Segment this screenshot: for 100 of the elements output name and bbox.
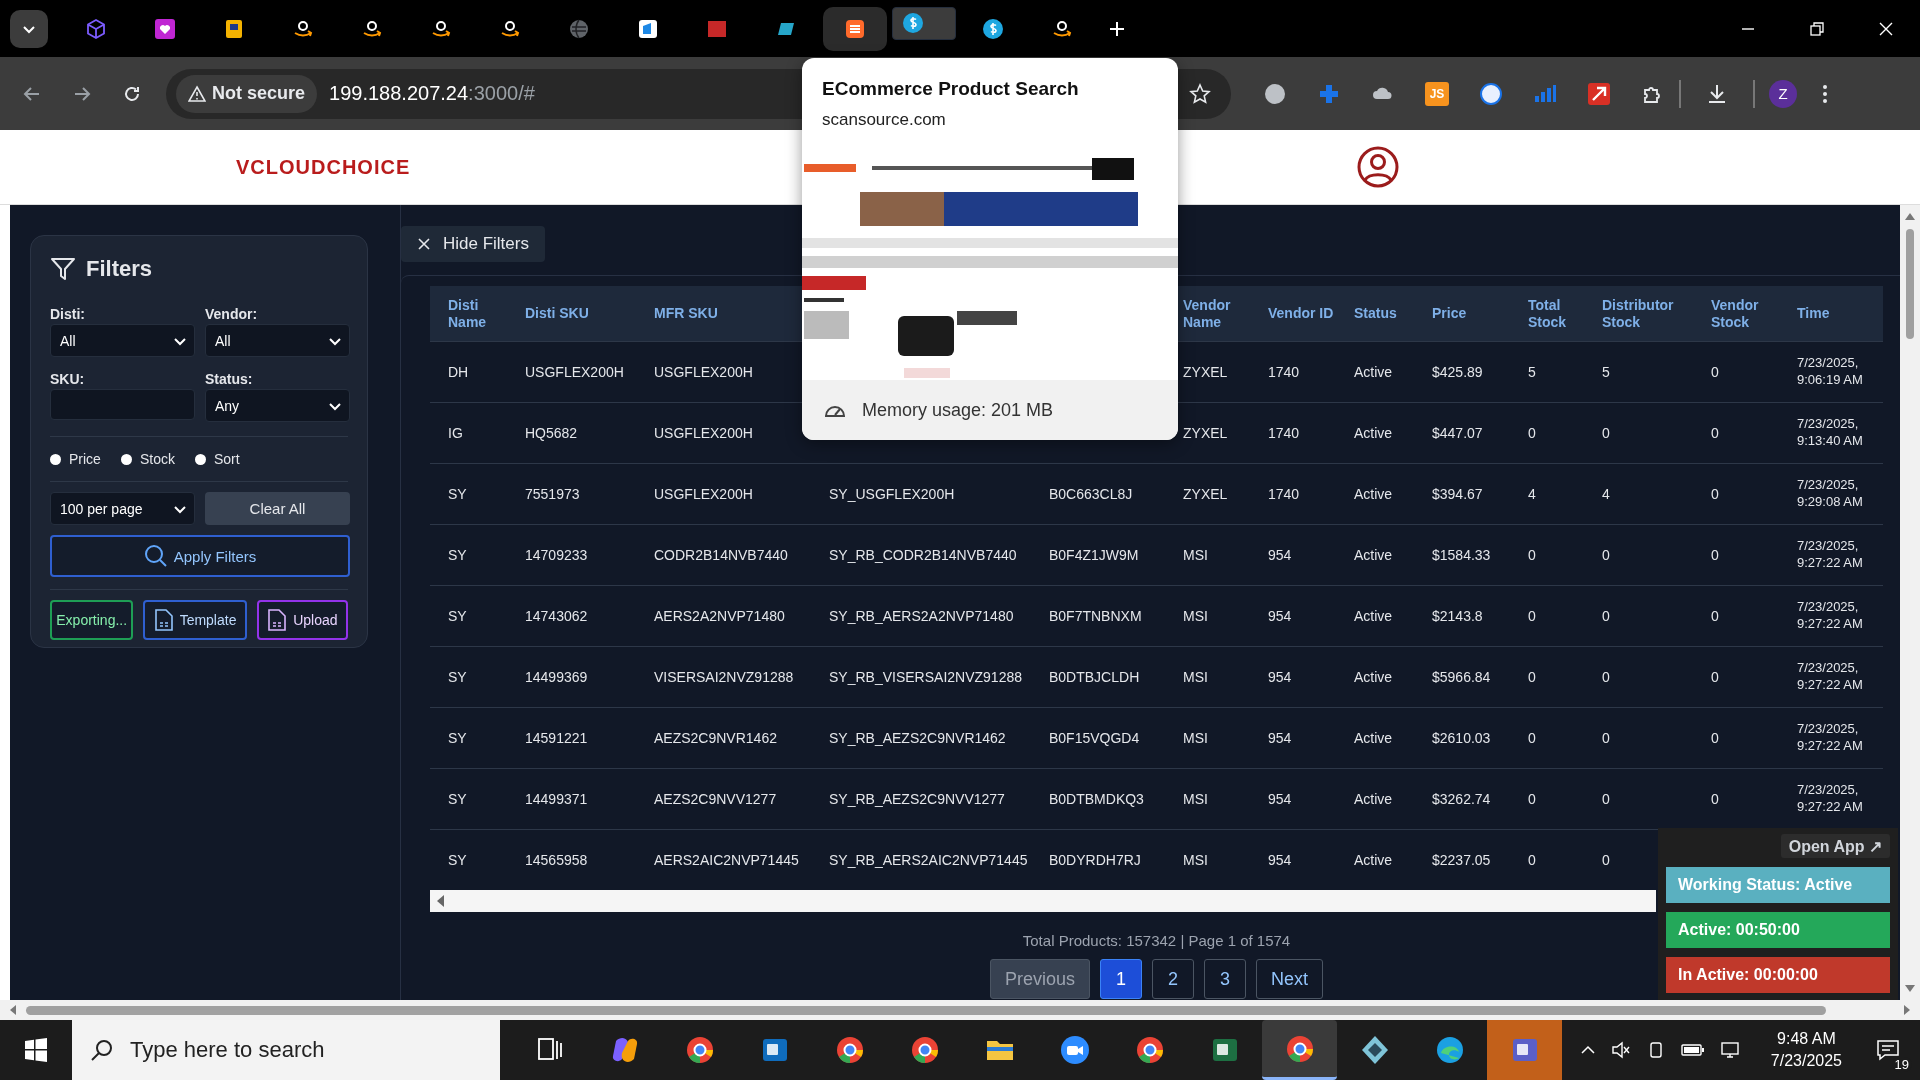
- windows-icon[interactable]: [24, 1038, 48, 1062]
- clock[interactable]: 9:48 AM 7/23/2025: [1770, 1028, 1842, 1072]
- browser-tab[interactable]: [892, 6, 956, 40]
- scroll-thumb[interactable]: [26, 1005, 1826, 1015]
- disti-select[interactable]: All: [50, 324, 195, 357]
- scroll-right-icon[interactable]: [1902, 1004, 1912, 1016]
- page-button[interactable]: 1: [1100, 959, 1142, 999]
- logo[interactable]: VCLOUDCHOICE: [236, 155, 411, 179]
- table-cell: 0: [1602, 669, 1610, 685]
- vertical-scrollbar[interactable]: [1900, 205, 1920, 1000]
- page-size-select[interactable]: 100 per page: [50, 492, 195, 525]
- more-icon: [1822, 83, 1828, 104]
- table-cell: 0: [1711, 791, 1719, 807]
- battery-icon[interactable]: [1680, 1042, 1705, 1058]
- template-button[interactable]: Template: [143, 600, 247, 640]
- horizontal-scrollbar[interactable]: [0, 1000, 1920, 1020]
- column-header[interactable]: Vendor ID: [1268, 305, 1334, 322]
- search-icon: [90, 1038, 114, 1062]
- sku-input[interactable]: [50, 389, 195, 420]
- taskbar-app[interactable]: [1262, 1020, 1337, 1080]
- table-cell: DH: [448, 364, 469, 380]
- box-icon: [223, 17, 245, 40]
- horizontal-scrollbar[interactable]: [430, 890, 1656, 912]
- table-cell-text: 7/23/2025, 9:27:22 AM: [1797, 599, 1864, 633]
- column-header[interactable]: Vendor Name: [1183, 296, 1262, 331]
- page-button[interactable]: 3: [1204, 959, 1246, 999]
- security-chip[interactable]: Not secure: [176, 74, 318, 113]
- column-header[interactable]: Vendor Stock: [1711, 296, 1791, 331]
- column-header[interactable]: MFR SKU: [654, 305, 718, 322]
- table-cell: Active: [1354, 608, 1393, 624]
- extension-icon[interactable]: [1479, 81, 1503, 106]
- star-icon[interactable]: [1189, 82, 1211, 105]
- sort-option[interactable]: Price: [50, 451, 101, 467]
- upload-button[interactable]: Upload: [256, 600, 348, 640]
- sort-option[interactable]: Sort: [194, 451, 240, 467]
- column-header[interactable]: Time: [1797, 305, 1830, 322]
- extension-icon[interactable]: [1263, 81, 1287, 106]
- tab-search-button[interactable]: [10, 9, 48, 48]
- table-cell: B0F15VQGD4: [1049, 730, 1140, 746]
- table-cell: 0: [1711, 669, 1719, 685]
- table-cell: 4: [1602, 486, 1610, 502]
- table-cell: MSI: [1183, 608, 1208, 624]
- table-cell-text: 7/23/2025, 9:29:08 AM: [1797, 477, 1864, 511]
- page-button[interactable]: 2: [1152, 959, 1194, 999]
- active-time-bar: Active: 00:50:00: [1666, 912, 1890, 948]
- table-cell: AEZS2C9NVV1277: [654, 791, 777, 807]
- scroll-thumb[interactable]: [1906, 229, 1914, 339]
- radio-button[interactable]: [194, 453, 206, 465]
- browser-tab[interactable]: [823, 6, 887, 51]
- table-cell: 0: [1602, 852, 1610, 868]
- table-cell: IG: [448, 425, 463, 441]
- apply-filters-button[interactable]: Apply Filters: [50, 535, 350, 577]
- taskbar-search-field[interactable]: Type here to search: [72, 1020, 500, 1080]
- open-app-button[interactable]: Open App ↗: [1780, 834, 1890, 858]
- scroll-down-icon[interactable]: [1904, 984, 1916, 994]
- column-header[interactable]: Disti SKU: [525, 305, 589, 322]
- radio-button[interactable]: [50, 453, 61, 465]
- extension-icon[interactable]: [1587, 81, 1611, 106]
- table-cell: MSI: [1183, 791, 1208, 807]
- table-cell: B0F7TNBNXM: [1049, 608, 1142, 624]
- export-button[interactable]: Exporting...: [50, 600, 134, 640]
- column-header[interactable]: Status: [1354, 305, 1397, 322]
- clear-all-button[interactable]: Clear All: [205, 492, 350, 525]
- table-cell-text: 7/23/2025, 9:27:22 AM: [1797, 538, 1864, 572]
- table-cell: 5: [1602, 364, 1610, 380]
- table-cell: CODR2B14NVB7440: [654, 547, 788, 563]
- profile-avatar[interactable]: Z: [1769, 79, 1797, 108]
- table-cell: MSI: [1183, 669, 1208, 685]
- column-header[interactable]: Disti Name: [448, 296, 519, 331]
- vendor-select[interactable]: All: [205, 324, 350, 357]
- status-select[interactable]: Any: [205, 389, 350, 422]
- stack-icon: [844, 17, 866, 40]
- table-cell-text: 7/23/2025, 9:13:40 AM: [1797, 416, 1864, 450]
- column-header[interactable]: Distributor Stock: [1602, 296, 1705, 331]
- scroll-left-icon[interactable]: [8, 1004, 18, 1016]
- table-cell: MSI: [1183, 547, 1208, 563]
- table-cell: 1740: [1268, 486, 1300, 502]
- column-header[interactable]: Total Stock: [1528, 296, 1596, 331]
- scroll-up-icon[interactable]: [1904, 211, 1916, 221]
- hide-filters-button[interactable]: Hide Filters: [401, 226, 545, 262]
- table-cell: 14565958: [525, 852, 588, 868]
- speaker-muted-icon[interactable]: [1610, 1041, 1631, 1059]
- table-cell: 0: [1602, 425, 1610, 441]
- field-label: Vendor:: [205, 306, 259, 322]
- next-button[interactable]: Next: [1256, 959, 1323, 999]
- table-cell: SY: [448, 669, 467, 685]
- table-cell: ZYXEL: [1183, 486, 1228, 502]
- column-header[interactable]: Price: [1432, 305, 1467, 322]
- user-icon[interactable]: [1356, 145, 1400, 189]
- panel-title: Filters: [86, 256, 153, 282]
- hover-card-title: ECommerce Product Search: [821, 77, 1080, 100]
- table-cell: Active: [1354, 486, 1393, 502]
- radio-button[interactable]: [120, 453, 132, 465]
- table-cell: Active: [1354, 791, 1393, 807]
- table-cell: USGFLEX200H: [654, 486, 753, 502]
- table-cell: $3262.74: [1432, 791, 1491, 807]
- scroll-left-icon[interactable]: [436, 894, 446, 908]
- sort-option[interactable]: Stock: [120, 451, 175, 467]
- cube-icon: [85, 17, 107, 40]
- table-cell: USGFLEX200H: [654, 364, 753, 380]
